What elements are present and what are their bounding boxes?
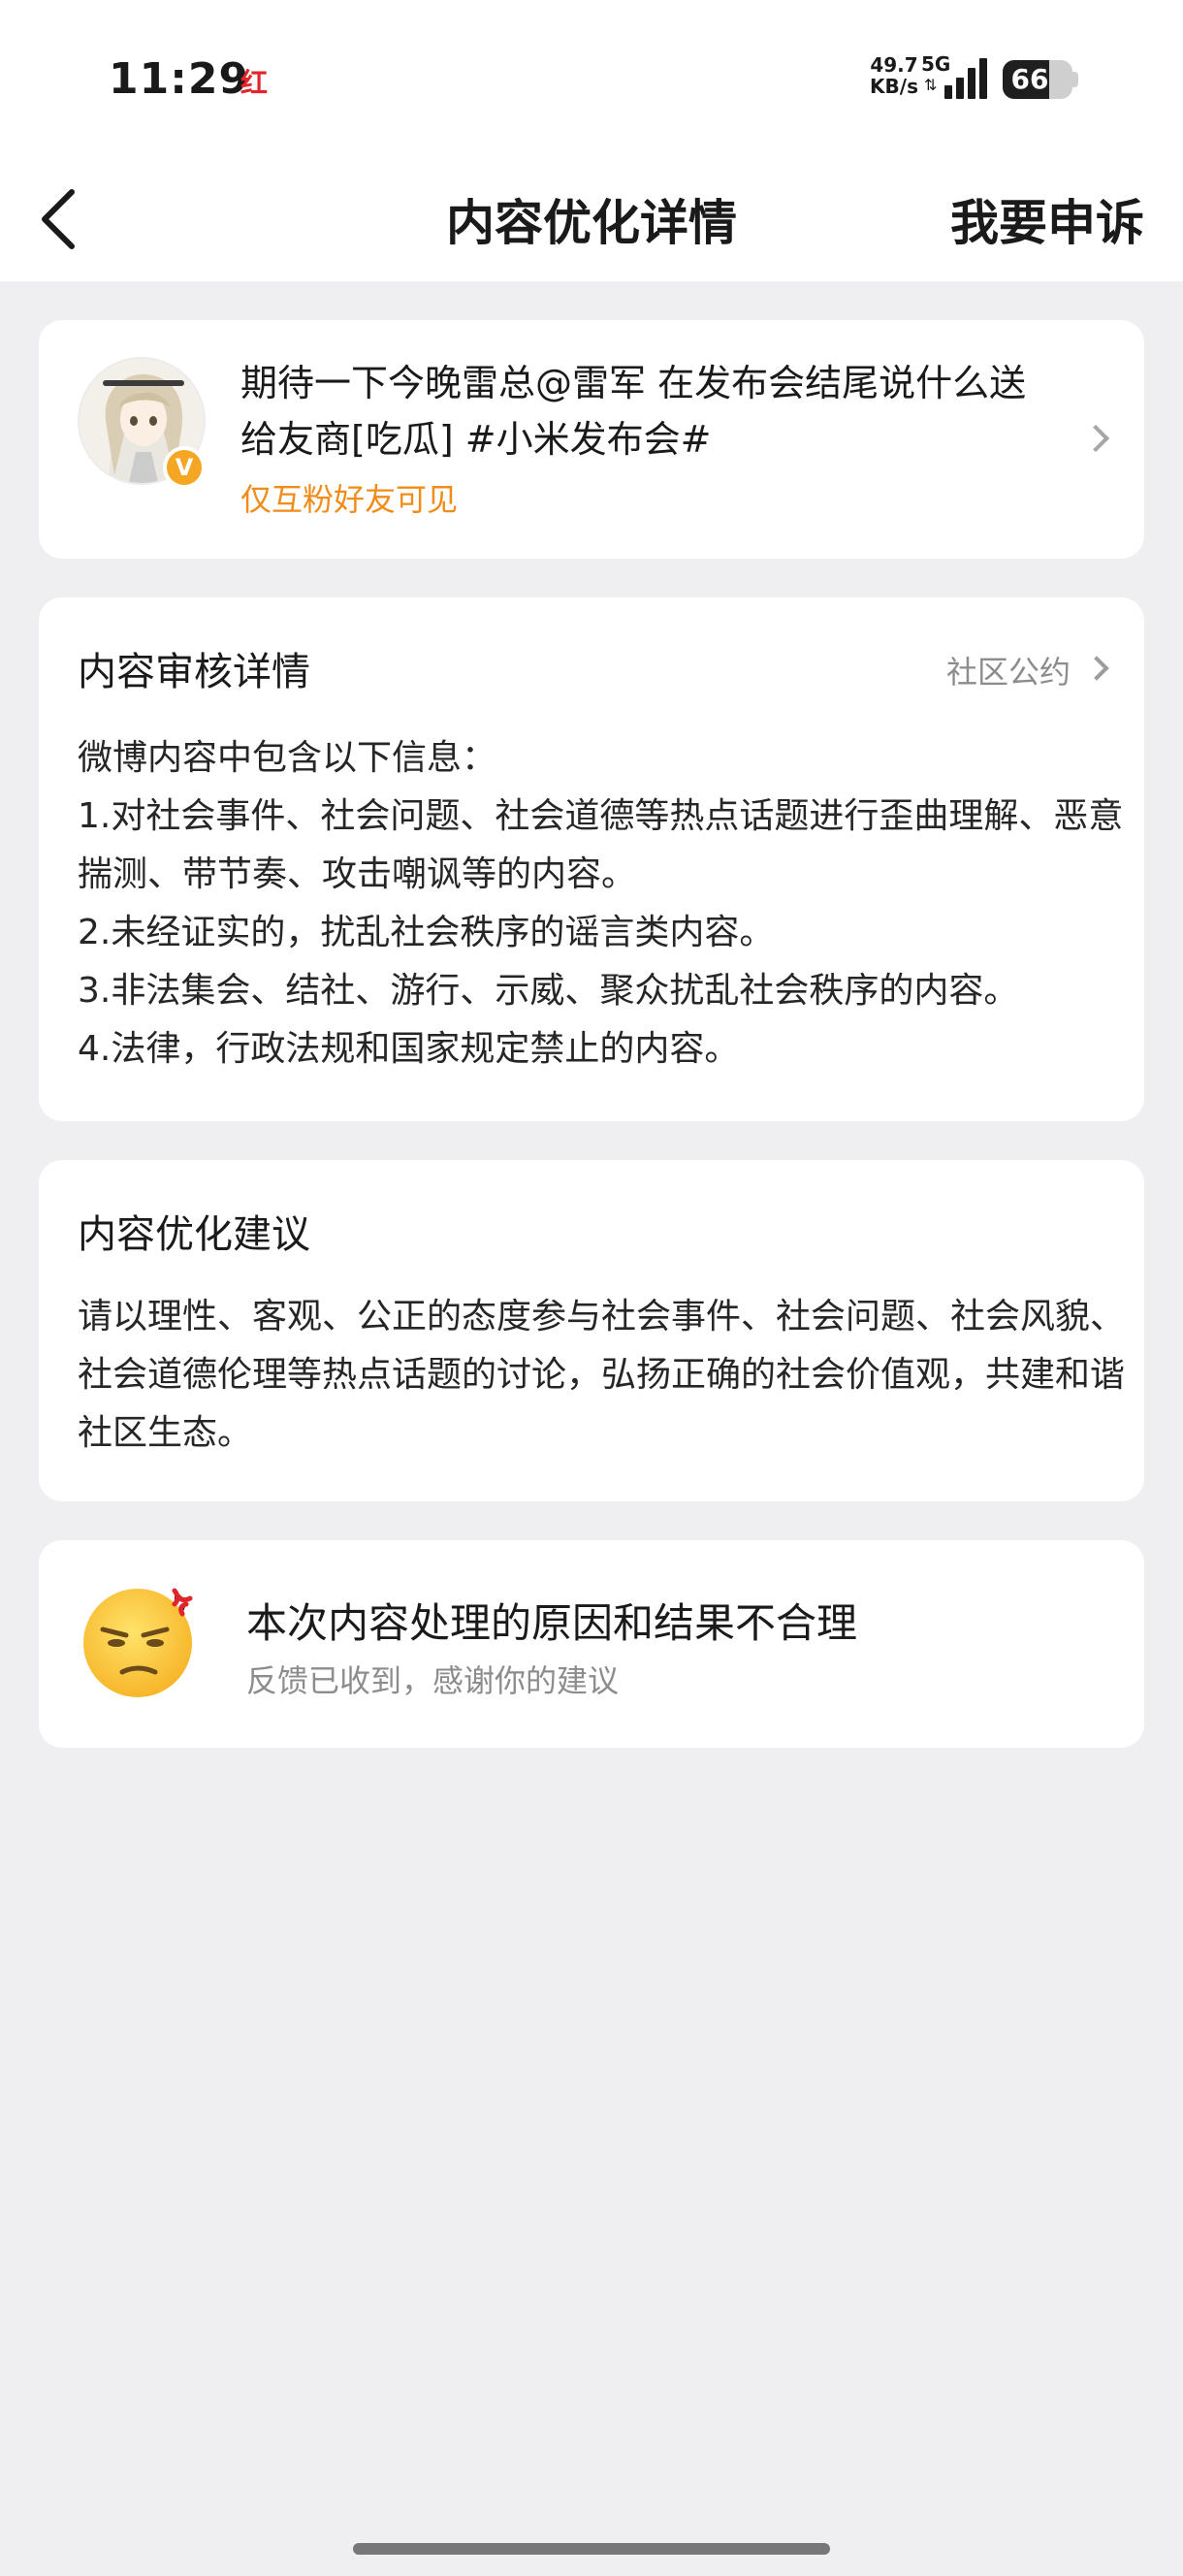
feedback-subtitle: 反馈已收到，感谢你的建议 <box>246 1662 620 1699</box>
review-title: 内容审核详情 <box>78 650 310 694</box>
chevron-right-icon <box>1081 424 1110 453</box>
status-time: 11:29 <box>109 54 250 104</box>
home-indicator[interactable] <box>353 2543 830 2555</box>
appeal-button[interactable]: 我要申诉 <box>950 184 1144 254</box>
annoyed-face-icon <box>78 1579 202 1703</box>
net-speed-value: 49.7 <box>870 53 918 77</box>
post-card[interactable]: V 期待一下今晚雷总@雷军 在发布会结尾说什么送给友商[吃瓜] #小米发布会# … <box>39 320 1144 559</box>
review-line: 1.对社会事件、社会问题、社会道德等热点话题进行歪曲理解、恶意揣测、带节奏、攻击… <box>78 796 1124 894</box>
data-arrows-icon: ⇅ <box>924 76 938 94</box>
battery-level: 66 <box>1010 63 1049 95</box>
review-body: 微博内容中包含以下信息： 1.对社会事件、社会问题、社会道德等热点话题进行歪曲理… <box>78 729 1125 1079</box>
review-line: 4.法律，行政法规和国家规定禁止的内容。 <box>78 1029 740 1069</box>
review-line: 2.未经证实的，扰乱社会秩序的谣言类内容。 <box>78 913 775 952</box>
chevron-right-icon <box>1084 656 1109 681</box>
net-speed: 49.7 KB/s <box>865 54 923 97</box>
review-line: 微博内容中包含以下信息： <box>78 738 497 778</box>
suggestion-card: 内容优化建议 请以理性、客观、公正的态度参与社会事件、社会问题、社会风貌、社会道… <box>39 1160 1144 1501</box>
signal-icon <box>944 58 989 99</box>
net-speed-unit: KB/s <box>870 75 918 98</box>
post-text: 期待一下今晚雷总@雷军 在发布会结尾说什么送给友商[吃瓜] #小米发布会# <box>240 362 1027 461</box>
review-details-card: 内容审核详情 社区公约 微博内容中包含以下信息： 1.对社会事件、社会问题、社会… <box>39 597 1144 1121</box>
feedback-title: 本次内容处理的原因和结果不合理 <box>246 1599 858 1647</box>
battery-icon: 66 <box>1003 60 1072 99</box>
nav-bar: 内容优化详情 我要申诉 <box>0 155 1183 281</box>
status-bar: 11:29 红 49.7 KB/s 5G ⇅ 66 <box>0 0 1183 155</box>
post-visibility: 仅互粉好友可见 <box>240 481 459 518</box>
review-line: 3.非法集会、结社、游行、示威、聚众扰乱社会秩序的内容。 <box>78 971 1019 1011</box>
battery-tip <box>1072 72 1078 87</box>
feedback-card: 本次内容处理的原因和结果不合理 反馈已收到，感谢你的建议 <box>39 1540 1144 1748</box>
suggestion-text: 请以理性、客观、公正的态度参与社会事件、社会问题、社会风貌、社会道德伦理等热点话… <box>78 1297 1126 1453</box>
community-rules-link[interactable]: 社区公约 <box>946 648 1071 692</box>
suggestion-title: 内容优化建议 <box>78 1212 310 1257</box>
notification-icon: 红 <box>240 67 269 99</box>
verified-badge-icon: V <box>163 446 206 489</box>
